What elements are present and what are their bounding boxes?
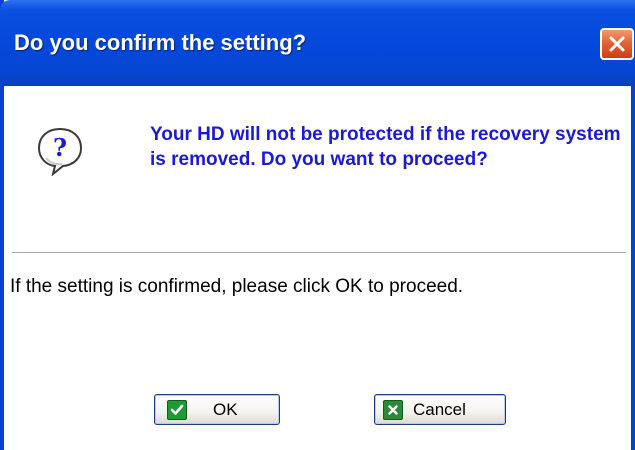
warning-message: Your HD will not be protected if the rec… (150, 124, 621, 170)
ok-button[interactable]: OK (154, 394, 280, 425)
title-bar[interactable]: Do you confirm the setting? (0, 0, 635, 86)
divider (12, 252, 626, 254)
instruction-text: If the setting is confirmed, please clic… (10, 276, 464, 297)
dialog-title: Do you confirm the setting? (14, 30, 307, 55)
close-button[interactable] (600, 28, 634, 60)
ok-button-label: OK (213, 399, 238, 419)
cancel-button-label: Cancel (413, 399, 466, 419)
confirm-dialog: Do you confirm the setting? ? Your HD wi… (0, 0, 635, 450)
x-icon (383, 399, 403, 420)
svg-text:?: ? (53, 133, 67, 162)
question-icon: ? (37, 127, 83, 176)
dialog-body: ? Your HD will not be protected if the r… (4, 86, 631, 450)
check-icon (167, 399, 187, 420)
cancel-button[interactable]: Cancel (374, 394, 506, 425)
close-icon (609, 36, 625, 52)
